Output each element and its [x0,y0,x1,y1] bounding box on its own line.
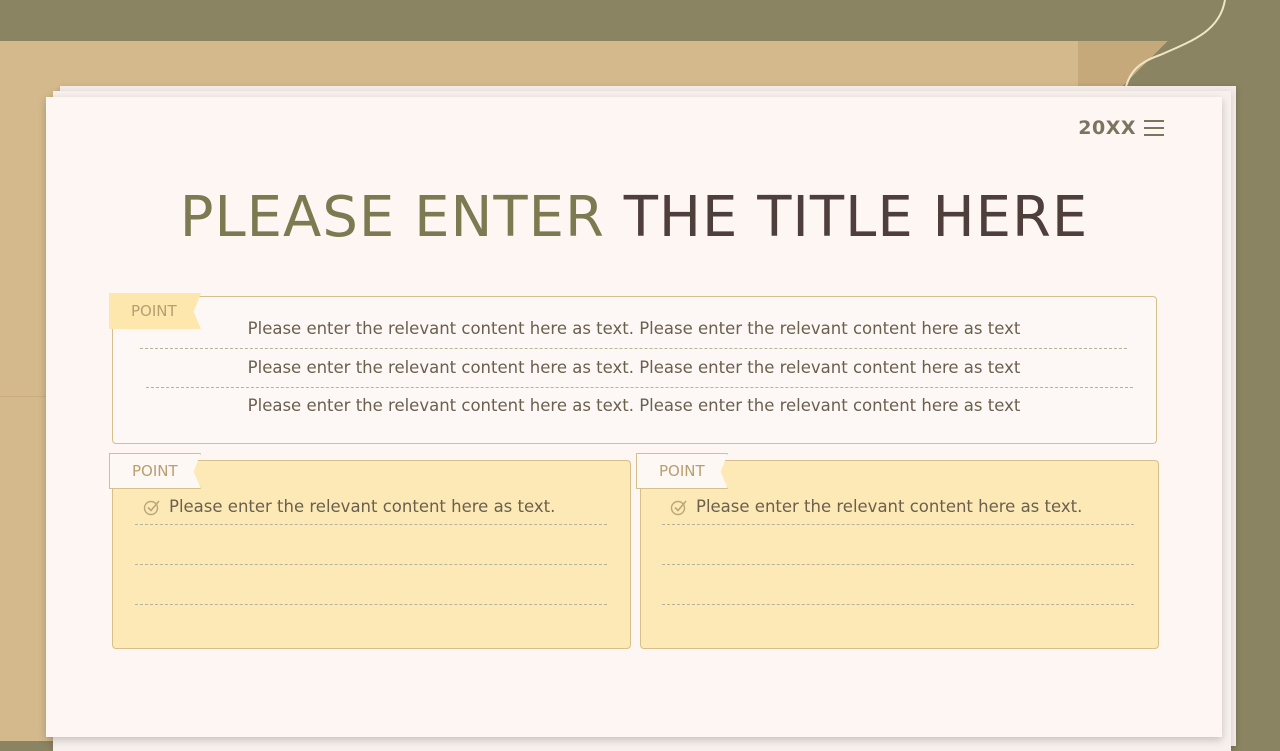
year-label: 20XX [1078,117,1136,139]
title-part-2: THE TITLE HERE [623,185,1089,250]
divider [662,524,1134,525]
left-card-item-text: Please enter the relevant content here a… [169,497,556,516]
divider [146,387,1133,388]
top-card-line-2: Please enter the relevant content here a… [247,358,1021,377]
top-card-line-3: Please enter the relevant content here a… [247,396,1021,415]
slide-paper: 20XX PLEASE ENTER THE TITLE HERE POINT P… [46,97,1222,737]
right-point-tag-label: POINT [659,462,705,480]
divider [135,524,607,525]
check-circle-icon [143,499,160,515]
divider [662,564,1134,565]
string-decoration [1124,0,1226,90]
menu-icon[interactable] [1144,120,1164,136]
right-point-tag: POINT [636,453,728,489]
check-circle-icon [670,499,687,515]
envelope-edge [0,396,46,397]
left-card-item: Please enter the relevant content here a… [143,497,555,516]
title-part-1: PLEASE ENTER [179,185,605,250]
page-title: PLEASE ENTER THE TITLE HERE [46,185,1222,250]
left-point-tag-label: POINT [132,462,178,480]
right-card-item: Please enter the relevant content here a… [670,497,1082,516]
right-card-item-text: Please enter the relevant content here a… [696,497,1083,516]
year-header: 20XX [1078,117,1164,139]
top-point-tag-label: POINT [131,302,177,320]
divider [662,604,1134,605]
divider [140,348,1127,349]
top-card-line-1: Please enter the relevant content here a… [247,319,1021,338]
left-point-tag: POINT [109,453,201,489]
divider [135,564,607,565]
divider [135,604,607,605]
